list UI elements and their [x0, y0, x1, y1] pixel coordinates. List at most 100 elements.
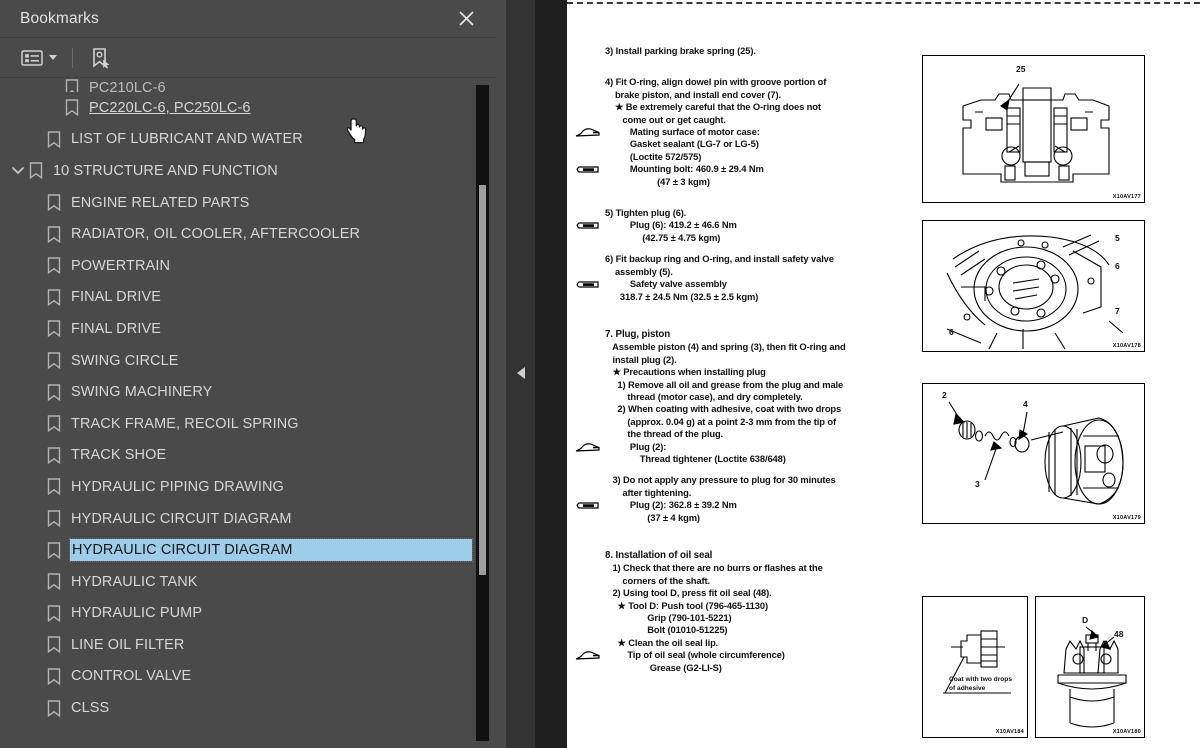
- text-line: corners of the shaft.: [605, 574, 710, 586]
- bookmark-item[interactable]: POWERTRAIN: [0, 250, 480, 282]
- text-line: install plug (2).: [605, 353, 677, 365]
- pdf-reader-window: Bookmarks PC210LC-6 PC220LC-6, PC250LC-6…: [0, 0, 1200, 748]
- bookmark-item[interactable]: PC220LC-6, PC250LC-6: [0, 92, 480, 124]
- text-line: the thread of the plug.: [605, 428, 724, 440]
- text-line: 318.7 ± 24.5 Nm (32.5 ± 2.5 kgm): [605, 290, 759, 302]
- bookmarks-panel-header: Bookmarks: [0, 0, 497, 38]
- bookmark-item-label: TRACK FRAME, RECOIL SPRING: [71, 415, 299, 432]
- bookmark-item[interactable]: TRACK SHOE: [0, 440, 480, 472]
- figure-3-callout-2: 3: [975, 479, 980, 489]
- torque-icon: [575, 279, 601, 290]
- text-line: come out or get caught.: [605, 113, 726, 125]
- figure-4-code: X10AV184: [995, 729, 1024, 735]
- text-line: 2) Using tool D, press fit oil seal (48)…: [605, 587, 772, 599]
- chevron-down-icon[interactable]: [49, 55, 57, 60]
- bookmark-icon: [46, 415, 62, 433]
- text-block: 6) Fit backup ring and O-ring, and insta…: [605, 253, 915, 278]
- figure-2-callout-3: 6: [949, 327, 954, 337]
- text-line: Plug (2): 362.8 ± 39.2 Nm: [605, 499, 737, 511]
- text-block: Tip of oil seal (whole circumference) Gr…: [575, 649, 915, 674]
- bookmark-item[interactable]: SWING MACHINERY: [0, 376, 480, 408]
- figure-2-callout-1: 6: [1115, 261, 1120, 271]
- figure-5: D 48 X10AV180: [1035, 596, 1145, 738]
- figure-4: Coat with two drops of adhesive X10AV184: [922, 596, 1028, 738]
- text-line: (Loctite 572/575): [605, 150, 702, 162]
- close-icon[interactable]: [453, 6, 479, 32]
- document-view[interactable]: 3) Install parking brake spring (25). 4) …: [567, 0, 1200, 748]
- bookmark-item[interactable]: HYDRAULIC PUMP: [0, 598, 480, 630]
- bookmark-icon: [46, 510, 62, 528]
- bookmark-item-label: ENGINE RELATED PARTS: [71, 194, 250, 211]
- text-line: (42.75 ± 4.75 kgm): [605, 231, 721, 243]
- text-spacer: [605, 244, 915, 253]
- bookmark-item-label: CONTROL VALVE: [71, 668, 192, 685]
- list-options-icon[interactable]: [18, 44, 60, 72]
- torque-icon: [575, 220, 601, 231]
- text-block: Mating surface of motor case: Gasket sea…: [575, 126, 915, 163]
- bookmark-item[interactable]: HYDRAULIC PIPING DRAWING: [0, 471, 480, 503]
- new-bookmark-icon[interactable]: [87, 44, 115, 72]
- bookmarks-scrollbar[interactable]: [476, 85, 489, 741]
- bookmark-item[interactable]: LINE OIL FILTER: [0, 629, 480, 661]
- bookmarks-toolbar: [0, 38, 497, 78]
- gutter-edge: [497, 0, 506, 748]
- sealant-icon: [575, 650, 601, 661]
- sealant-icon: [575, 442, 601, 453]
- text-line: Mounting bolt: 460.9 ± 29.4 Nm: [605, 163, 764, 175]
- text-line: Plug (6): 419.2 ± 46.6 Nm: [605, 219, 737, 231]
- bookmark-item[interactable]: HYDRAULIC CIRCUIT DIAGRAM: [0, 503, 480, 535]
- text-line: brake piston, and install end cover (7).: [605, 88, 782, 100]
- text-line: ★ Be extremely careful that the O-ring d…: [605, 101, 821, 113]
- bookmark-item-label: HYDRAULIC TANK: [71, 573, 198, 590]
- text-line: Safety valve assembly: [605, 278, 727, 290]
- bookmark-item-label: TRACK SHOE: [71, 447, 167, 464]
- bookmark-icon: [46, 130, 62, 148]
- bookmarks-scrollbar-thumb[interactable]: [479, 185, 486, 575]
- bookmark-item[interactable]: RADIATOR, OIL COOLER, AFTERCOOLER: [0, 218, 480, 250]
- bookmark-item[interactable]: SWING CIRCLE: [0, 345, 480, 377]
- bookmark-item[interactable]: CLSS: [0, 692, 480, 724]
- bookmark-icon: [46, 446, 62, 464]
- panel-title: Bookmarks: [20, 9, 99, 27]
- bookmark-item[interactable]: HYDRAULIC TANK: [0, 566, 480, 598]
- bookmark-item[interactable]: FINAL DRIVE: [0, 282, 480, 314]
- text-block: 3) Do not apply any pressure to plug for…: [605, 474, 915, 499]
- chevron-down-icon[interactable]: [10, 166, 26, 175]
- text-block: Plug (2): Thread tightener (Loctite 638/…: [575, 441, 915, 466]
- figure-1-callout-0: 25: [1016, 64, 1026, 74]
- bookmark-icon: [46, 573, 62, 591]
- text-line: 5) Tighten plug (6).: [605, 207, 687, 219]
- collapse-left-icon[interactable]: [517, 367, 525, 379]
- bookmark-item-label: LINE OIL FILTER: [71, 636, 185, 653]
- bookmark-item[interactable]: 10 STRUCTURE AND FUNCTION: [0, 155, 480, 187]
- bookmarks-panel: Bookmarks PC210LC-6 PC220LC-6, PC250LC-6…: [0, 0, 497, 748]
- bookmark-icon: [46, 667, 62, 685]
- figure-5-callout-0: D: [1082, 615, 1089, 625]
- text-block: Safety valve assembly 318.7 ± 24.5 Nm (3…: [576, 278, 915, 303]
- bookmark-item-label: POWERTRAIN: [71, 257, 171, 274]
- bookmark-item[interactable]: ENGINE RELATED PARTS: [0, 187, 480, 219]
- bookmark-item-label: PC210LC-6: [89, 80, 166, 92]
- figure-3-callout-0: 2: [942, 390, 947, 400]
- bookmark-item[interactable]: CONTROL VALVE: [0, 661, 480, 693]
- bookmark-icon: [46, 194, 62, 212]
- bookmark-item[interactable]: PC210LC-6: [0, 79, 480, 92]
- text-block: 1) Check that there are no burrs or flas…: [605, 562, 915, 649]
- bookmarks-tree[interactable]: PC210LC-6 PC220LC-6, PC250LC-6 LIST OF LUB…: [0, 79, 497, 748]
- text-line: 8. Installation of oil seal: [605, 550, 713, 561]
- text-block: 7. Plug, piston: [605, 329, 915, 341]
- figure-1-code: X10AV177: [1112, 194, 1141, 200]
- bookmark-item[interactable]: TRACK FRAME, RECOIL SPRING: [0, 408, 480, 440]
- bookmark-icon: [46, 288, 62, 306]
- text-spacer: [605, 188, 915, 207]
- bookmark-item[interactable]: HYDRAULIC CIRCUIT DIAGRAM: [0, 534, 480, 566]
- text-block: Plug (2): 362.8 ± 39.2 Nm (37 ± 4 kgm): [576, 499, 915, 524]
- document-page: 3) Install parking brake spring (25). 4) …: [567, 7, 1200, 748]
- bookmark-item[interactable]: LIST OF LUBRICANT AND WATER: [0, 124, 480, 156]
- bookmark-item-label: 10 STRUCTURE AND FUNCTION: [53, 162, 278, 179]
- text-spacer: [605, 303, 915, 329]
- text-line: Tip of oil seal (whole circumference): [605, 649, 785, 661]
- bookmark-item[interactable]: FINAL DRIVE: [0, 313, 480, 345]
- text-line: (approx. 0.04 g) at a point 2-3 mm from …: [605, 415, 836, 427]
- text-line: thread (motor case), and dry completely.: [605, 390, 803, 402]
